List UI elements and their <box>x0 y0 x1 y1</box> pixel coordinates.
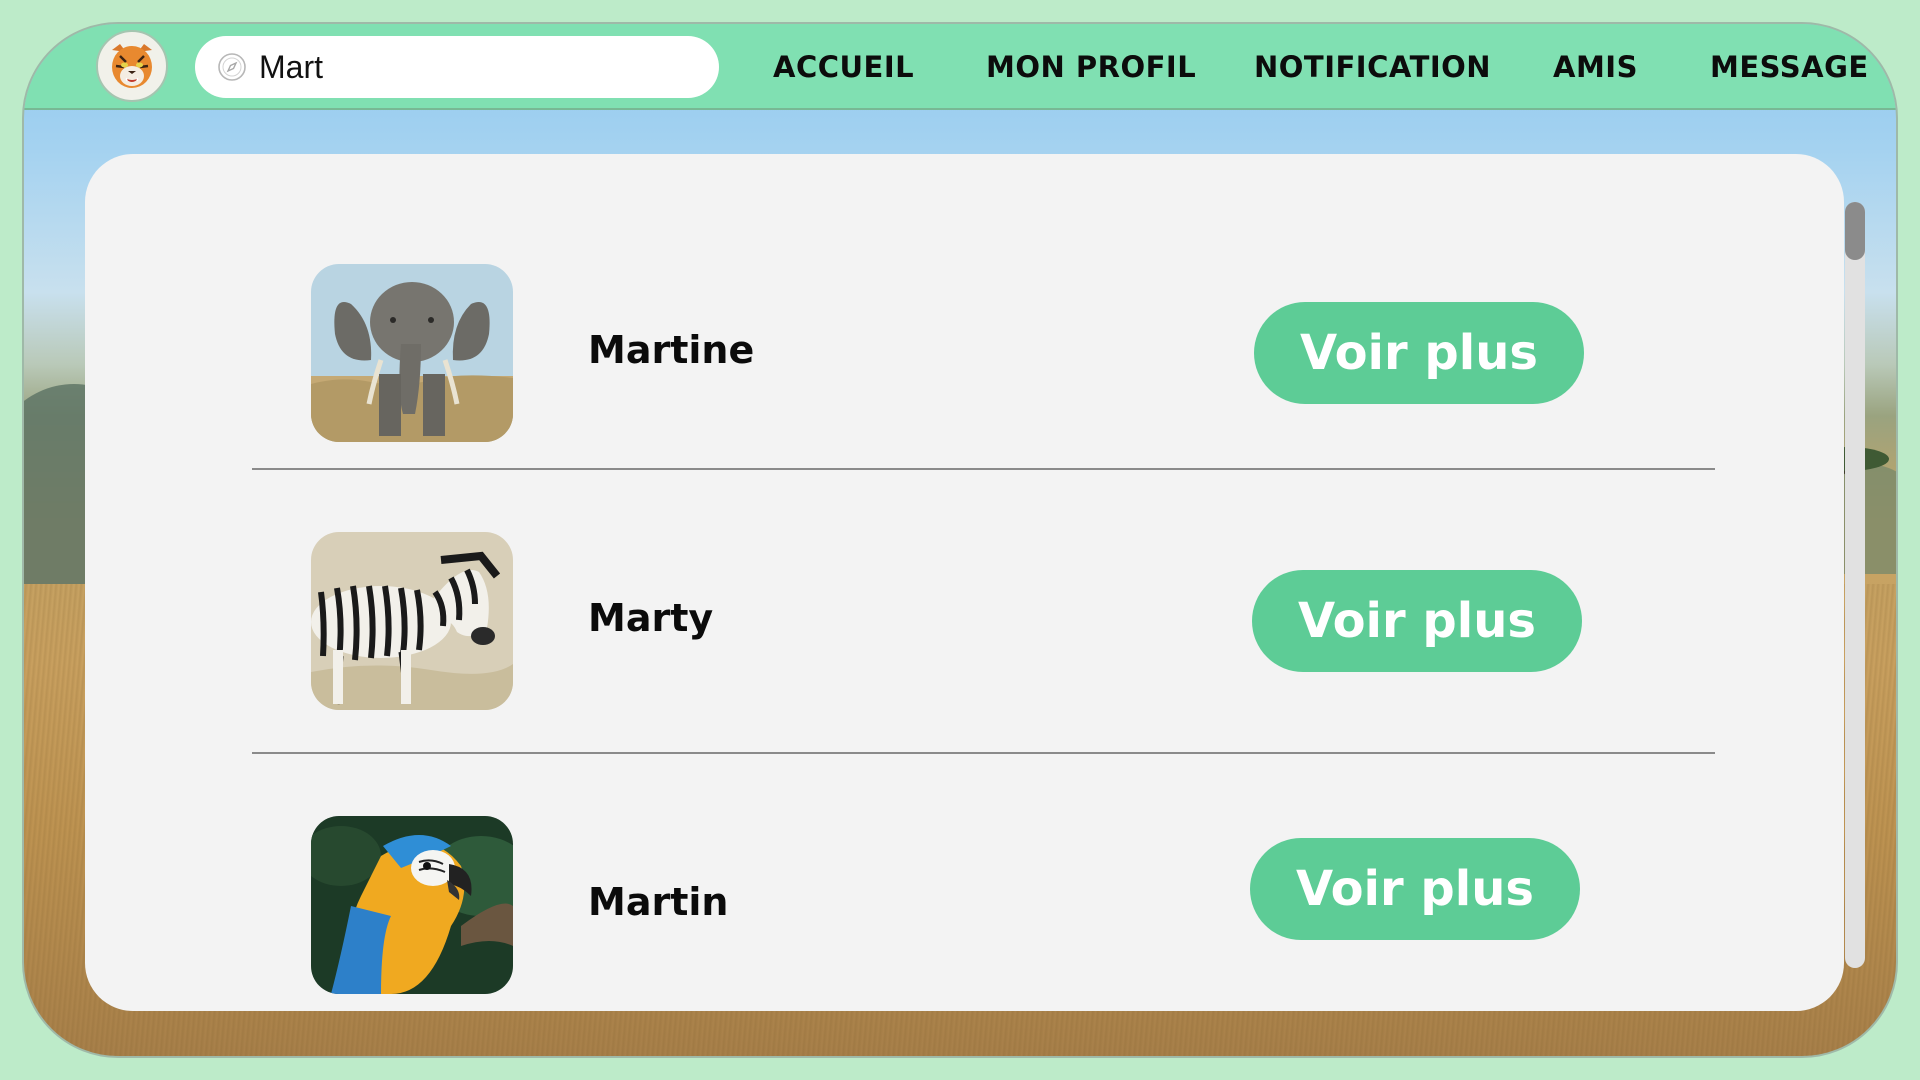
result-item: Martin Voir plus <box>85 816 1844 996</box>
row-divider <box>252 752 1715 754</box>
voir-plus-button[interactable]: Voir plus <box>1254 302 1584 404</box>
result-name: Marty <box>588 596 714 640</box>
top-navigation-bar: ACCUEIL MON PROFIL NOTIFICATION AMIS MES… <box>24 24 1896 110</box>
row-divider <box>252 468 1715 470</box>
compass-icon <box>217 52 247 82</box>
app-window: ACCUEIL MON PROFIL NOTIFICATION AMIS MES… <box>22 22 1898 1058</box>
tiger-logo-icon[interactable] <box>96 30 168 102</box>
result-item: Marty Voir plus <box>85 532 1844 712</box>
nav-message[interactable]: MESSAGE <box>1710 24 1869 110</box>
macaw-photo <box>311 816 513 994</box>
nav-amis[interactable]: AMIS <box>1553 24 1638 110</box>
nav-mon-profil[interactable]: MON PROFIL <box>986 24 1196 110</box>
voir-plus-button[interactable]: Voir plus <box>1252 570 1582 672</box>
result-name: Martine <box>588 328 755 372</box>
nav-accueil[interactable]: ACCUEIL <box>773 24 914 110</box>
zebra-photo <box>311 532 513 710</box>
result-name: Martin <box>588 880 729 924</box>
scrollbar-thumb[interactable] <box>1845 202 1865 260</box>
scrollbar[interactable] <box>1845 202 1865 968</box>
nav-notification[interactable]: NOTIFICATION <box>1254 24 1491 110</box>
voir-plus-button[interactable]: Voir plus <box>1250 838 1580 940</box>
result-item: Martine Voir plus <box>85 264 1844 444</box>
search-input[interactable] <box>259 48 679 86</box>
elephant-photo <box>311 264 513 442</box>
search-bar[interactable] <box>195 36 719 98</box>
search-results-panel: Martine Voir plus Marty Voir plus Martin… <box>85 154 1865 1011</box>
